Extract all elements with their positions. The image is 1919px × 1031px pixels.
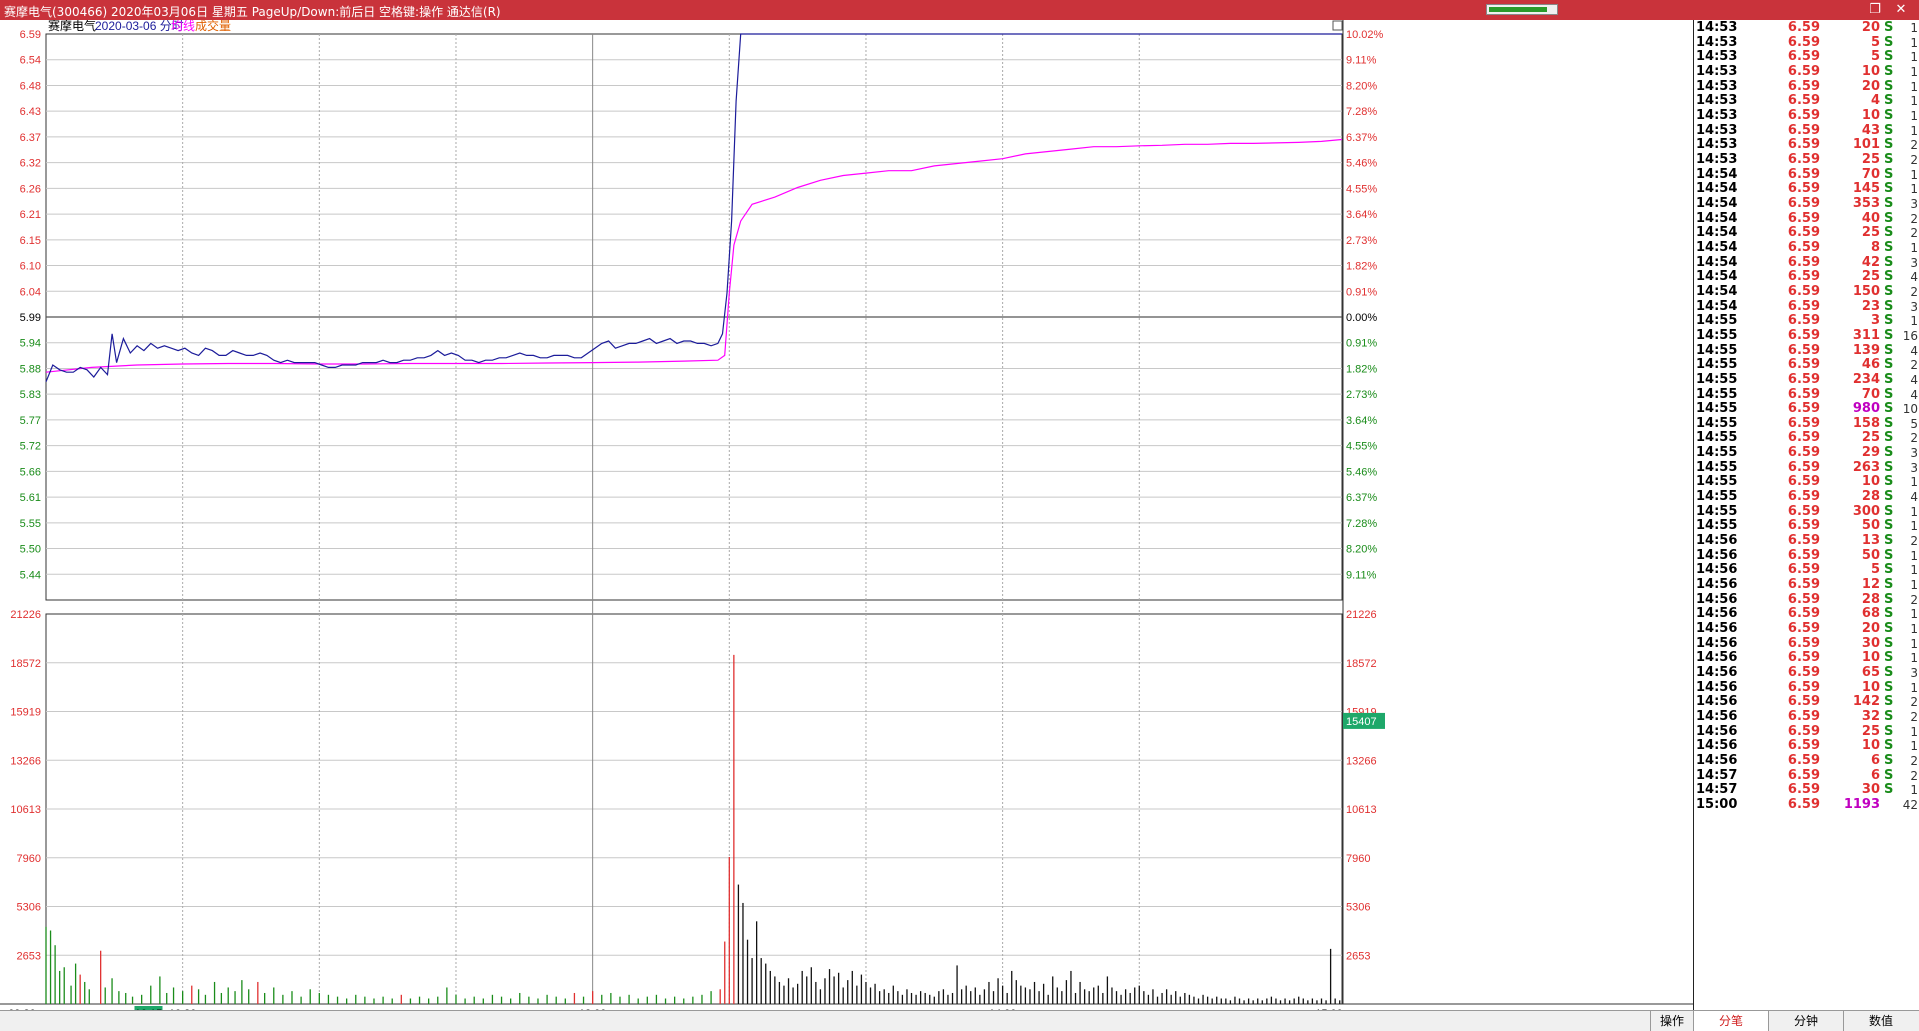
volume-axis-label-right: 2653 <box>1346 950 1370 962</box>
tick-count: 42 <box>1902 797 1918 812</box>
percent-axis-label: 9.11% <box>1346 569 1377 581</box>
tab-minute[interactable]: 分钟 <box>1768 1011 1843 1031</box>
price-axis-label: 5.72 <box>20 441 41 453</box>
price-axis-label: 6.48 <box>20 80 41 92</box>
volume-axis-label-right: 18572 <box>1346 658 1377 670</box>
price-axis-label: 6.43 <box>20 106 41 118</box>
volume-axis-label: 18572 <box>10 658 41 670</box>
volume-axis-label: 15919 <box>10 707 41 719</box>
percent-axis-label: 9.11% <box>1346 55 1377 67</box>
volume-cursor-value: 15407 <box>1346 716 1377 728</box>
price-axis-label: 6.15 <box>20 235 41 247</box>
percent-axis-label: 4.55% <box>1346 183 1377 195</box>
volume-axis-label: 2653 <box>17 950 41 962</box>
price-axis-label: 5.55 <box>20 518 41 530</box>
price-axis-label: 6.21 <box>20 209 41 221</box>
percent-axis-label: 4.55% <box>1346 441 1377 453</box>
price-axis-label: 6.10 <box>20 261 41 273</box>
battery-fill <box>1489 7 1547 12</box>
percent-axis-label: 0.91% <box>1346 338 1377 350</box>
volume-axis-label-right: 21226 <box>1346 609 1377 621</box>
legend-volume: 成交量 <box>195 20 231 33</box>
price-axis-label: 6.59 <box>20 29 41 41</box>
percent-axis-label: 5.46% <box>1346 466 1377 478</box>
operate-button[interactable]: 操作 <box>1650 1011 1693 1031</box>
percent-axis-label: 3.64% <box>1346 415 1377 427</box>
price-axis-label: 5.88 <box>20 363 41 375</box>
tick-row[interactable]: 15:00 6.59 1193 42 <box>1694 796 1919 814</box>
volume-axis-label: 21226 <box>10 609 41 621</box>
tab-ticks[interactable]: 分笔 <box>1693 1011 1768 1031</box>
price-axis-label: 6.54 <box>20 55 41 67</box>
close-icon[interactable]: ✕ <box>1893 2 1909 18</box>
legend-avg-line: 均线 <box>171 20 195 33</box>
chart-stock-name: 赛摩电气 <box>48 20 96 33</box>
price-axis-label: 6.37 <box>20 132 41 144</box>
price-axis-label: 6.26 <box>20 183 41 195</box>
tick-price: 6.59 <box>1787 796 1820 812</box>
restore-icon[interactable]: ❐ <box>1867 2 1883 18</box>
tick-time: 15:00 <box>1696 796 1738 812</box>
percent-axis-label: 2.73% <box>1346 235 1377 247</box>
price-axis-label: 5.83 <box>20 389 41 401</box>
avg-price-line <box>45 138 1343 373</box>
price-axis-label: 6.32 <box>20 158 41 170</box>
percent-axis-label: 1.82% <box>1346 261 1377 273</box>
price-axis-label: 5.99 <box>20 312 41 324</box>
tab-values[interactable]: 数值 <box>1843 1011 1918 1031</box>
percent-axis-label: 0.00% <box>1346 312 1377 324</box>
price-axis-label: 6.04 <box>20 286 41 298</box>
percent-axis-label: 8.20% <box>1346 80 1377 92</box>
chart-expand-icon[interactable] <box>1332 20 1343 31</box>
volume-axis-label: 10613 <box>10 804 41 816</box>
percent-axis-label: 0.91% <box>1346 286 1377 298</box>
price-axis-label: 5.44 <box>20 569 41 581</box>
price-axis-label: 5.50 <box>20 544 41 556</box>
window-title: 赛摩电气(300466) 2020年03月06日 星期五 PageUp/Down… <box>4 5 501 19</box>
volume-axis-label-right: 13266 <box>1346 755 1377 767</box>
percent-axis-label: 7.28% <box>1346 106 1377 118</box>
volume-axis-label: 7960 <box>17 853 41 865</box>
tick-volume: 1193 <box>1843 796 1880 812</box>
price-axis-label: 5.66 <box>20 466 41 478</box>
volume-axis-label: 5306 <box>17 902 41 914</box>
percent-axis-label: 10.02% <box>1346 29 1384 41</box>
volume-axis-label-right: 5306 <box>1346 902 1370 914</box>
percent-axis-label: 6.37% <box>1346 492 1377 504</box>
price-axis-label: 5.94 <box>20 338 41 350</box>
tick-list-panel[interactable]: 14:53 6.59 20 S 1 14:53 6.59 5 S 1 14:53 6.59 5 S 1 14:… <box>1693 20 1919 1010</box>
percent-axis-label: 1.82% <box>1346 363 1377 375</box>
percent-axis-label: 8.20% <box>1346 544 1377 556</box>
price-line <box>45 33 1342 383</box>
percent-axis-label: 6.37% <box>1346 132 1377 144</box>
bottom-bar: 操作 分笔 分钟 数值 <box>0 1010 1919 1031</box>
price-axis-label: 5.77 <box>20 415 41 427</box>
percent-axis-label: 7.28% <box>1346 518 1377 530</box>
title-bar: 赛摩电气(300466) 2020年03月06日 星期五 PageUp/Down… <box>0 0 1919 20</box>
volume-axis-label: 13266 <box>10 755 41 767</box>
price-axis-label: 5.61 <box>20 492 41 504</box>
intraday-chart-area[interactable]: 赛摩电气 2020-03-06 分时 均线 成交量 6.59 10.02% 6.54 9.11… <box>0 20 1693 1010</box>
intraday-chart[interactable]: 赛摩电气2020-03-06 分时均线 成交量6.59 10.02%6.54 9.11… <box>0 20 1693 1010</box>
percent-axis-label: 2.73% <box>1346 389 1377 401</box>
volume-axis-label-right: 7960 <box>1346 853 1370 865</box>
percent-axis-label: 5.46% <box>1346 158 1377 170</box>
volume-axis-label-right: 10613 <box>1346 804 1377 816</box>
battery-indicator <box>1486 4 1558 15</box>
percent-axis-label: 3.64% <box>1346 209 1377 221</box>
